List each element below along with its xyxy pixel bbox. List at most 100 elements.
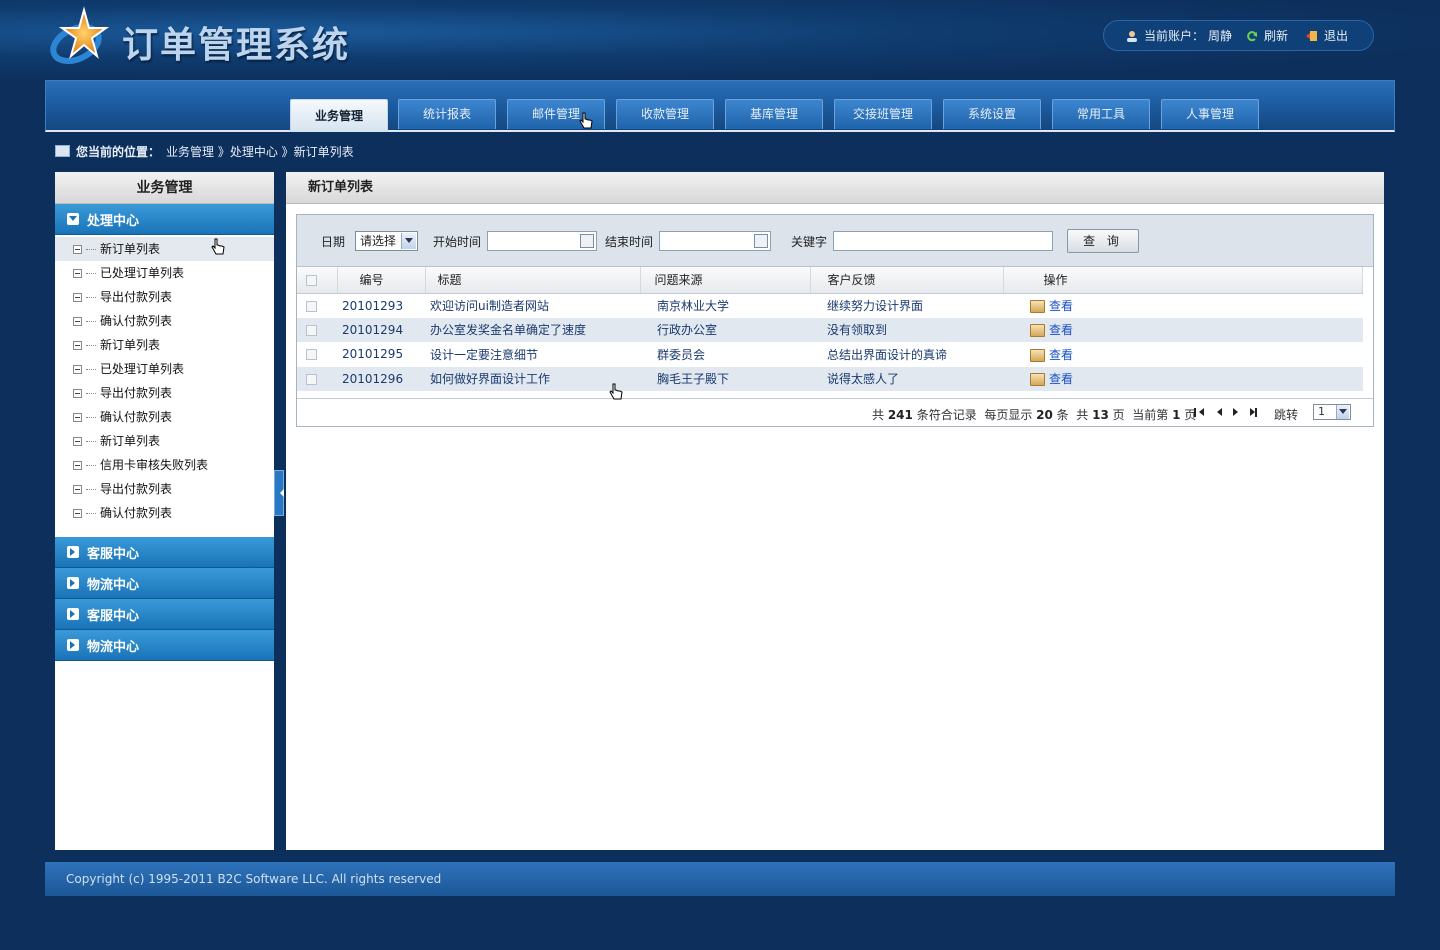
- date-select-value: 请选择: [360, 234, 397, 248]
- page-title: 新订单列表: [286, 172, 1384, 204]
- view-icon[interactable]: [1030, 373, 1045, 387]
- row-checkbox[interactable]: [306, 349, 317, 361]
- order-title[interactable]: 办公室发奖金名单确定了速度: [425, 317, 640, 342]
- expand-icon: [67, 639, 79, 651]
- end-time-input[interactable]: [659, 231, 771, 251]
- sidebar-item[interactable]: 已处理订单列表: [55, 357, 274, 381]
- start-time-input[interactable]: [487, 231, 597, 251]
- tab-settings[interactable]: 系统设置: [943, 99, 1041, 129]
- tab-payment[interactable]: 收款管理: [616, 99, 714, 129]
- row-select-cell: [297, 342, 337, 367]
- row-checkbox[interactable]: [306, 373, 317, 385]
- order-title[interactable]: 如何做好界面设计工作: [425, 366, 640, 391]
- col-feedback[interactable]: 客户反馈: [810, 267, 1004, 294]
- sidebar-item-label: 导出付款列表: [100, 482, 173, 496]
- sidebar-item[interactable]: 新订单列表: [55, 237, 274, 261]
- page-jump-select[interactable]: 1: [1313, 404, 1351, 420]
- table-row[interactable]: 20101295 设计一定要注意细节 群委员会 总结出界面设计的真谛 查看: [297, 342, 1363, 367]
- col-id[interactable]: 编号: [337, 267, 426, 294]
- view-link[interactable]: 查看: [1049, 323, 1073, 337]
- sidebar-collapse-handle[interactable]: [274, 470, 284, 516]
- sidebar-group-service-2[interactable]: 客服中心: [55, 599, 274, 630]
- order-id: 20101294: [337, 317, 425, 342]
- tab-statistics[interactable]: 统计报表: [398, 99, 496, 129]
- col-title[interactable]: 标题: [425, 267, 641, 294]
- tab-business[interactable]: 业务管理: [290, 99, 388, 132]
- sidebar-group-logistics-2[interactable]: 物流中心: [55, 630, 274, 661]
- app-title: 订单管理系统: [122, 25, 351, 66]
- row-checkbox[interactable]: [306, 324, 317, 336]
- action-cell: 查看: [1003, 317, 1363, 342]
- end-time-label: 结束时间: [605, 235, 654, 249]
- calendar-icon[interactable]: [754, 234, 768, 248]
- breadcrumb-path[interactable]: 业务管理 》处理中心 》新订单列表: [166, 143, 354, 160]
- tab-shift[interactable]: 交接班管理: [834, 99, 932, 129]
- select-all-checkbox[interactable]: [306, 274, 317, 286]
- action-cell: 查看: [1003, 366, 1363, 391]
- prev-page-icon[interactable]: [1212, 407, 1222, 417]
- pager-info: 共 241 条符合记录 每页显示 20 条 共 13 页 当前第 1 页: [872, 408, 1197, 422]
- account-name[interactable]: 周静: [1208, 27, 1232, 44]
- sidebar-item[interactable]: 确认付款列表: [55, 501, 274, 525]
- refresh-link[interactable]: 刷新: [1264, 27, 1288, 44]
- col-source[interactable]: 问题来源: [640, 267, 811, 294]
- sidebar-item[interactable]: 确认付款列表: [55, 309, 274, 333]
- order-source: 南京林业大学: [657, 299, 730, 313]
- query-button[interactable]: 查 询: [1067, 229, 1139, 253]
- order-title[interactable]: 设计一定要注意细节: [425, 342, 640, 367]
- breadcrumb: 您当前的位置： 业务管理 》处理中心 》新订单列表: [45, 132, 1395, 170]
- tab-base[interactable]: 基库管理: [725, 99, 823, 129]
- view-link[interactable]: 查看: [1049, 299, 1073, 313]
- sidebar-item[interactable]: 导出付款列表: [55, 285, 274, 309]
- main-content: 新订单列表 日期 请选择 开始时间 结束时间 关键字 查 询 编号 标题 问题来…: [286, 172, 1384, 850]
- tab-tools[interactable]: 常用工具: [1052, 99, 1150, 129]
- keyword-input[interactable]: [833, 231, 1053, 251]
- row-checkbox[interactable]: [306, 300, 317, 312]
- sidebar-item[interactable]: 新订单列表: [55, 429, 274, 453]
- sidebar-item[interactable]: 导出付款列表: [55, 381, 274, 405]
- view-icon[interactable]: [1030, 300, 1045, 313]
- sidebar-item[interactable]: 确认付款列表: [55, 405, 274, 429]
- sidebar-group-label: 物流中心: [87, 639, 140, 655]
- next-page-icon[interactable]: [1230, 407, 1240, 417]
- tab-hr[interactable]: 人事管理: [1161, 99, 1259, 129]
- view-link[interactable]: 查看: [1049, 372, 1073, 386]
- sidebar-item[interactable]: 新订单列表: [55, 333, 274, 357]
- tree-node-icon: [73, 269, 82, 278]
- order-title[interactable]: 欢迎访问ui制造者网站: [425, 293, 640, 318]
- sidebar-item-label: 新订单列表: [100, 338, 161, 352]
- sidebar-item-label: 已处理订单列表: [100, 266, 185, 280]
- first-page-icon[interactable]: [1194, 407, 1204, 417]
- tree-node-icon: [73, 293, 82, 302]
- sidebar-item[interactable]: 导出付款列表: [55, 477, 274, 501]
- sidebar-group-label: 客服中心: [87, 546, 140, 562]
- logo-star-icon: [50, 6, 110, 64]
- view-icon[interactable]: [1030, 324, 1045, 338]
- sidebar-group-service[interactable]: 客服中心: [55, 537, 274, 568]
- logout-link[interactable]: 退出: [1324, 27, 1348, 44]
- tree-node-icon: [73, 461, 82, 470]
- table-row[interactable]: 20101296 如何做好界面设计工作 胸毛王子殿下 说得太感人了 查看: [297, 366, 1363, 391]
- tree-node-icon: [73, 413, 82, 422]
- view-icon[interactable]: [1030, 348, 1045, 362]
- date-select[interactable]: 请选择: [355, 231, 418, 251]
- keyword-label: 关键字: [791, 235, 828, 249]
- total-pages: 13: [1092, 408, 1109, 422]
- table-row[interactable]: 20101294 办公室发奖金名单确定了速度 行政办公室 没有领取到 查看: [297, 317, 1363, 342]
- hand-cursor-icon: [211, 238, 225, 255]
- expand-icon: [67, 608, 79, 620]
- view-link[interactable]: 查看: [1049, 348, 1073, 362]
- calendar-icon[interactable]: [580, 234, 594, 248]
- tree-node-icon: [73, 509, 82, 518]
- sidebar-group-processing[interactable]: 处理中心: [55, 204, 274, 235]
- action-cell: 查看: [1003, 342, 1363, 367]
- sidebar-item[interactable]: 信用卡审核失败列表: [55, 453, 274, 477]
- order-feedback: 继续努力设计界面: [827, 299, 924, 313]
- order-source: 群委员会: [657, 347, 706, 362]
- collapse-icon: [67, 213, 79, 225]
- last-page-icon[interactable]: [1247, 407, 1257, 417]
- sidebar-item[interactable]: 已处理订单列表: [55, 261, 274, 285]
- sidebar-group-logistics[interactable]: 物流中心: [55, 568, 274, 599]
- hand-cursor-icon: [579, 112, 593, 129]
- table-row[interactable]: 20101293 欢迎访问ui制造者网站 南京林业大学 继续努力设计界面 查看: [297, 293, 1363, 318]
